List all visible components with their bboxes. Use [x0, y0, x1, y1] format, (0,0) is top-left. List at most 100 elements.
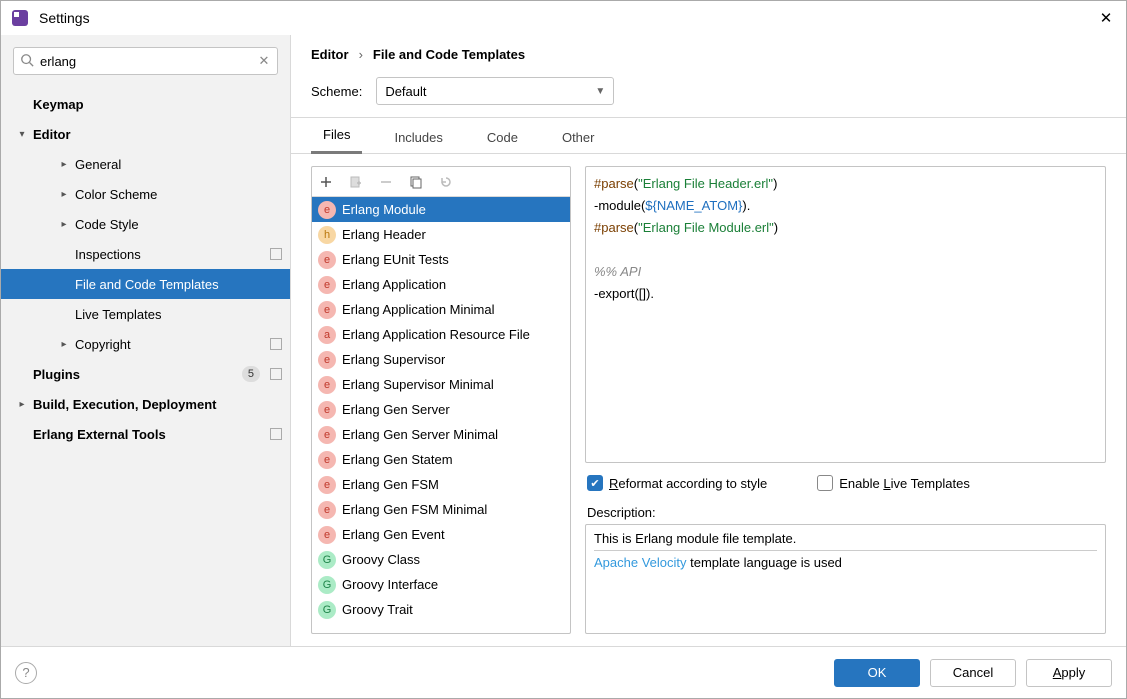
- apply-button[interactable]: ApplyApply: [1026, 659, 1112, 687]
- project-scope-icon: [270, 368, 282, 380]
- template-item[interactable]: eErlang Gen Statem: [312, 447, 570, 472]
- chevron-right-icon: ▸: [15, 399, 29, 410]
- tab-other[interactable]: Other: [550, 122, 607, 154]
- cancel-button[interactable]: Cancel: [930, 659, 1016, 687]
- sidebar-item-live-templates[interactable]: ▸Live Templates: [1, 299, 290, 329]
- template-item[interactable]: GGroovy Interface: [312, 572, 570, 597]
- template-item[interactable]: e Erlang Gen Server: [312, 397, 570, 422]
- template-item-label: Erlang Gen FSM: [342, 477, 439, 492]
- description-box[interactable]: This is Erlang module file template. Apa…: [585, 524, 1106, 634]
- scheme-select[interactable]: Default ▼: [376, 77, 614, 105]
- template-item[interactable]: GGroovy Trait: [312, 597, 570, 622]
- live-templates-checkbox[interactable]: Enable Live TemplatesEnable Live Templat…: [817, 475, 970, 491]
- template-item[interactable]: e Erlang Module: [312, 197, 570, 222]
- template-item-label: Erlang Gen Event: [342, 527, 445, 542]
- template-item[interactable]: eErlang Supervisor: [312, 347, 570, 372]
- template-item-label: Erlang Gen FSM Minimal: [342, 502, 487, 517]
- template-item-label: Erlang Module: [342, 202, 426, 217]
- ok-button[interactable]: OK: [834, 659, 920, 687]
- breadcrumb-root: Editor: [311, 47, 349, 62]
- template-item-label: Erlang Application: [342, 277, 446, 292]
- template-item-label: Groovy Trait: [342, 602, 413, 617]
- revert-template-button[interactable]: [436, 172, 456, 192]
- chevron-right-icon: ▸: [57, 219, 71, 230]
- sidebar-item-color-scheme[interactable]: ▸ Color Scheme: [1, 179, 290, 209]
- template-options: ✔ RReformat according to styleeformat ac…: [585, 463, 1106, 503]
- sidebar-item-general[interactable]: ▸General: [1, 149, 290, 179]
- sidebar-item-label: General: [75, 157, 282, 172]
- velocity-link[interactable]: Apache Velocity: [594, 555, 687, 570]
- template-item[interactable]: eErlang EUnit Tests: [312, 247, 570, 272]
- copy-template-button[interactable]: [406, 172, 426, 192]
- search-input[interactable]: [36, 54, 257, 69]
- sidebar-item-label: Plugins: [33, 367, 242, 382]
- add-child-template-button[interactable]: [346, 172, 366, 192]
- filetype-icon: a: [318, 326, 336, 344]
- breadcrumb-leaf: File and Code Templates: [373, 47, 525, 62]
- template-item[interactable]: GGroovy Class: [312, 547, 570, 572]
- filetype-icon: e: [318, 426, 336, 444]
- template-list-pane: e Erlang Module h Erlang Header eErlang EUni…: [311, 166, 571, 634]
- sidebar-item-plugins[interactable]: ▸Plugins5: [1, 359, 290, 389]
- template-item[interactable]: aErlang Application Resource File: [312, 322, 570, 347]
- sidebar-item-keymap[interactable]: ▸Keymap: [1, 89, 290, 119]
- chevron-right-icon: ▸: [57, 189, 71, 200]
- sidebar-item-erlang-external-tools[interactable]: ▸Erlang External Tools: [1, 419, 290, 449]
- sidebar-item-label: Keymap: [33, 97, 282, 112]
- chevron-down-icon: ▾: [15, 129, 29, 140]
- dialog-footer: ? OK Cancel ApplyApply: [1, 646, 1126, 698]
- sidebar-item-label: Erlang External Tools: [33, 427, 266, 442]
- template-item-label: Erlang Supervisor Minimal: [342, 377, 494, 392]
- template-item[interactable]: eErlang Gen FSM: [312, 472, 570, 497]
- clear-search-icon[interactable]: ✕: [257, 54, 271, 68]
- sidebar-item-label: Inspections: [75, 247, 266, 262]
- template-item[interactable]: e Erlang Supervisor Minimal: [312, 372, 570, 397]
- settings-window: Settings ✕ ✕ ▸Keymap▾Editor▸General▸Colo…: [0, 0, 1127, 699]
- sidebar-item-file-and-code-templates[interactable]: ▸File and Code Templates: [1, 269, 290, 299]
- sidebar-item-copyright[interactable]: ▸ Copyright: [1, 329, 290, 359]
- filetype-icon: G: [318, 551, 336, 569]
- breadcrumb-sep-icon: ›: [359, 47, 363, 62]
- close-button[interactable]: ✕: [1094, 9, 1118, 27]
- template-code-editor[interactable]: #parse("Erlang File Header.erl") -module…: [585, 166, 1106, 463]
- template-item[interactable]: eErlang Gen Event: [312, 522, 570, 547]
- filetype-icon: G: [318, 576, 336, 594]
- reformat-checkbox[interactable]: ✔ RReformat according to styleeformat ac…: [587, 475, 767, 491]
- template-item[interactable]: eErlang Application Minimal: [312, 297, 570, 322]
- main-panel: Editor › File and Code Templates Scheme:…: [291, 35, 1126, 646]
- template-toolbar: [312, 167, 570, 197]
- chevron-right-icon: ▸: [57, 339, 71, 350]
- template-item[interactable]: eErlang Application: [312, 272, 570, 297]
- filetype-icon: e: [318, 376, 336, 394]
- template-item-label: Erlang Application Minimal: [342, 302, 494, 317]
- template-item-label: Erlang Gen Server: [342, 402, 450, 417]
- tab-files[interactable]: Files: [311, 119, 362, 154]
- template-item-label: Erlang Gen Statem: [342, 452, 453, 467]
- filetype-icon: e: [318, 201, 336, 219]
- help-button[interactable]: ?: [15, 662, 37, 684]
- search-input-wrap[interactable]: ✕: [13, 47, 278, 75]
- template-item-label: Erlang Header: [342, 227, 426, 242]
- tab-includes[interactable]: Includes: [382, 122, 454, 154]
- chevron-down-icon: ▼: [595, 86, 605, 97]
- sidebar-item-editor[interactable]: ▾Editor: [1, 119, 290, 149]
- filetype-icon: e: [318, 351, 336, 369]
- sidebar-item-code-style[interactable]: ▸Code Style: [1, 209, 290, 239]
- sidebar-item-inspections[interactable]: ▸Inspections: [1, 239, 290, 269]
- search-icon: [20, 53, 36, 69]
- sidebar-item-build-execution-deployment[interactable]: ▸ Build, Execution, Deployment: [1, 389, 290, 419]
- titlebar: Settings ✕: [1, 1, 1126, 35]
- filetype-icon: e: [318, 401, 336, 419]
- template-item[interactable]: eErlang Gen Server Minimal: [312, 422, 570, 447]
- template-list: e Erlang Module h Erlang Header eErlang EUni…: [312, 197, 570, 633]
- description-label: Description:: [587, 505, 1104, 520]
- template-item[interactable]: h Erlang Header: [312, 222, 570, 247]
- sidebar-item-label: Copyright: [75, 337, 266, 352]
- template-item[interactable]: eErlang Gen FSM Minimal: [312, 497, 570, 522]
- remove-template-button[interactable]: [376, 172, 396, 192]
- add-template-button[interactable]: [316, 172, 336, 192]
- sidebar-item-label: Color Scheme: [75, 187, 282, 202]
- sidebar-item-label: Build, Execution, Deployment: [33, 397, 282, 412]
- tab-code[interactable]: Code: [475, 122, 530, 154]
- filetype-icon: h: [318, 226, 336, 244]
